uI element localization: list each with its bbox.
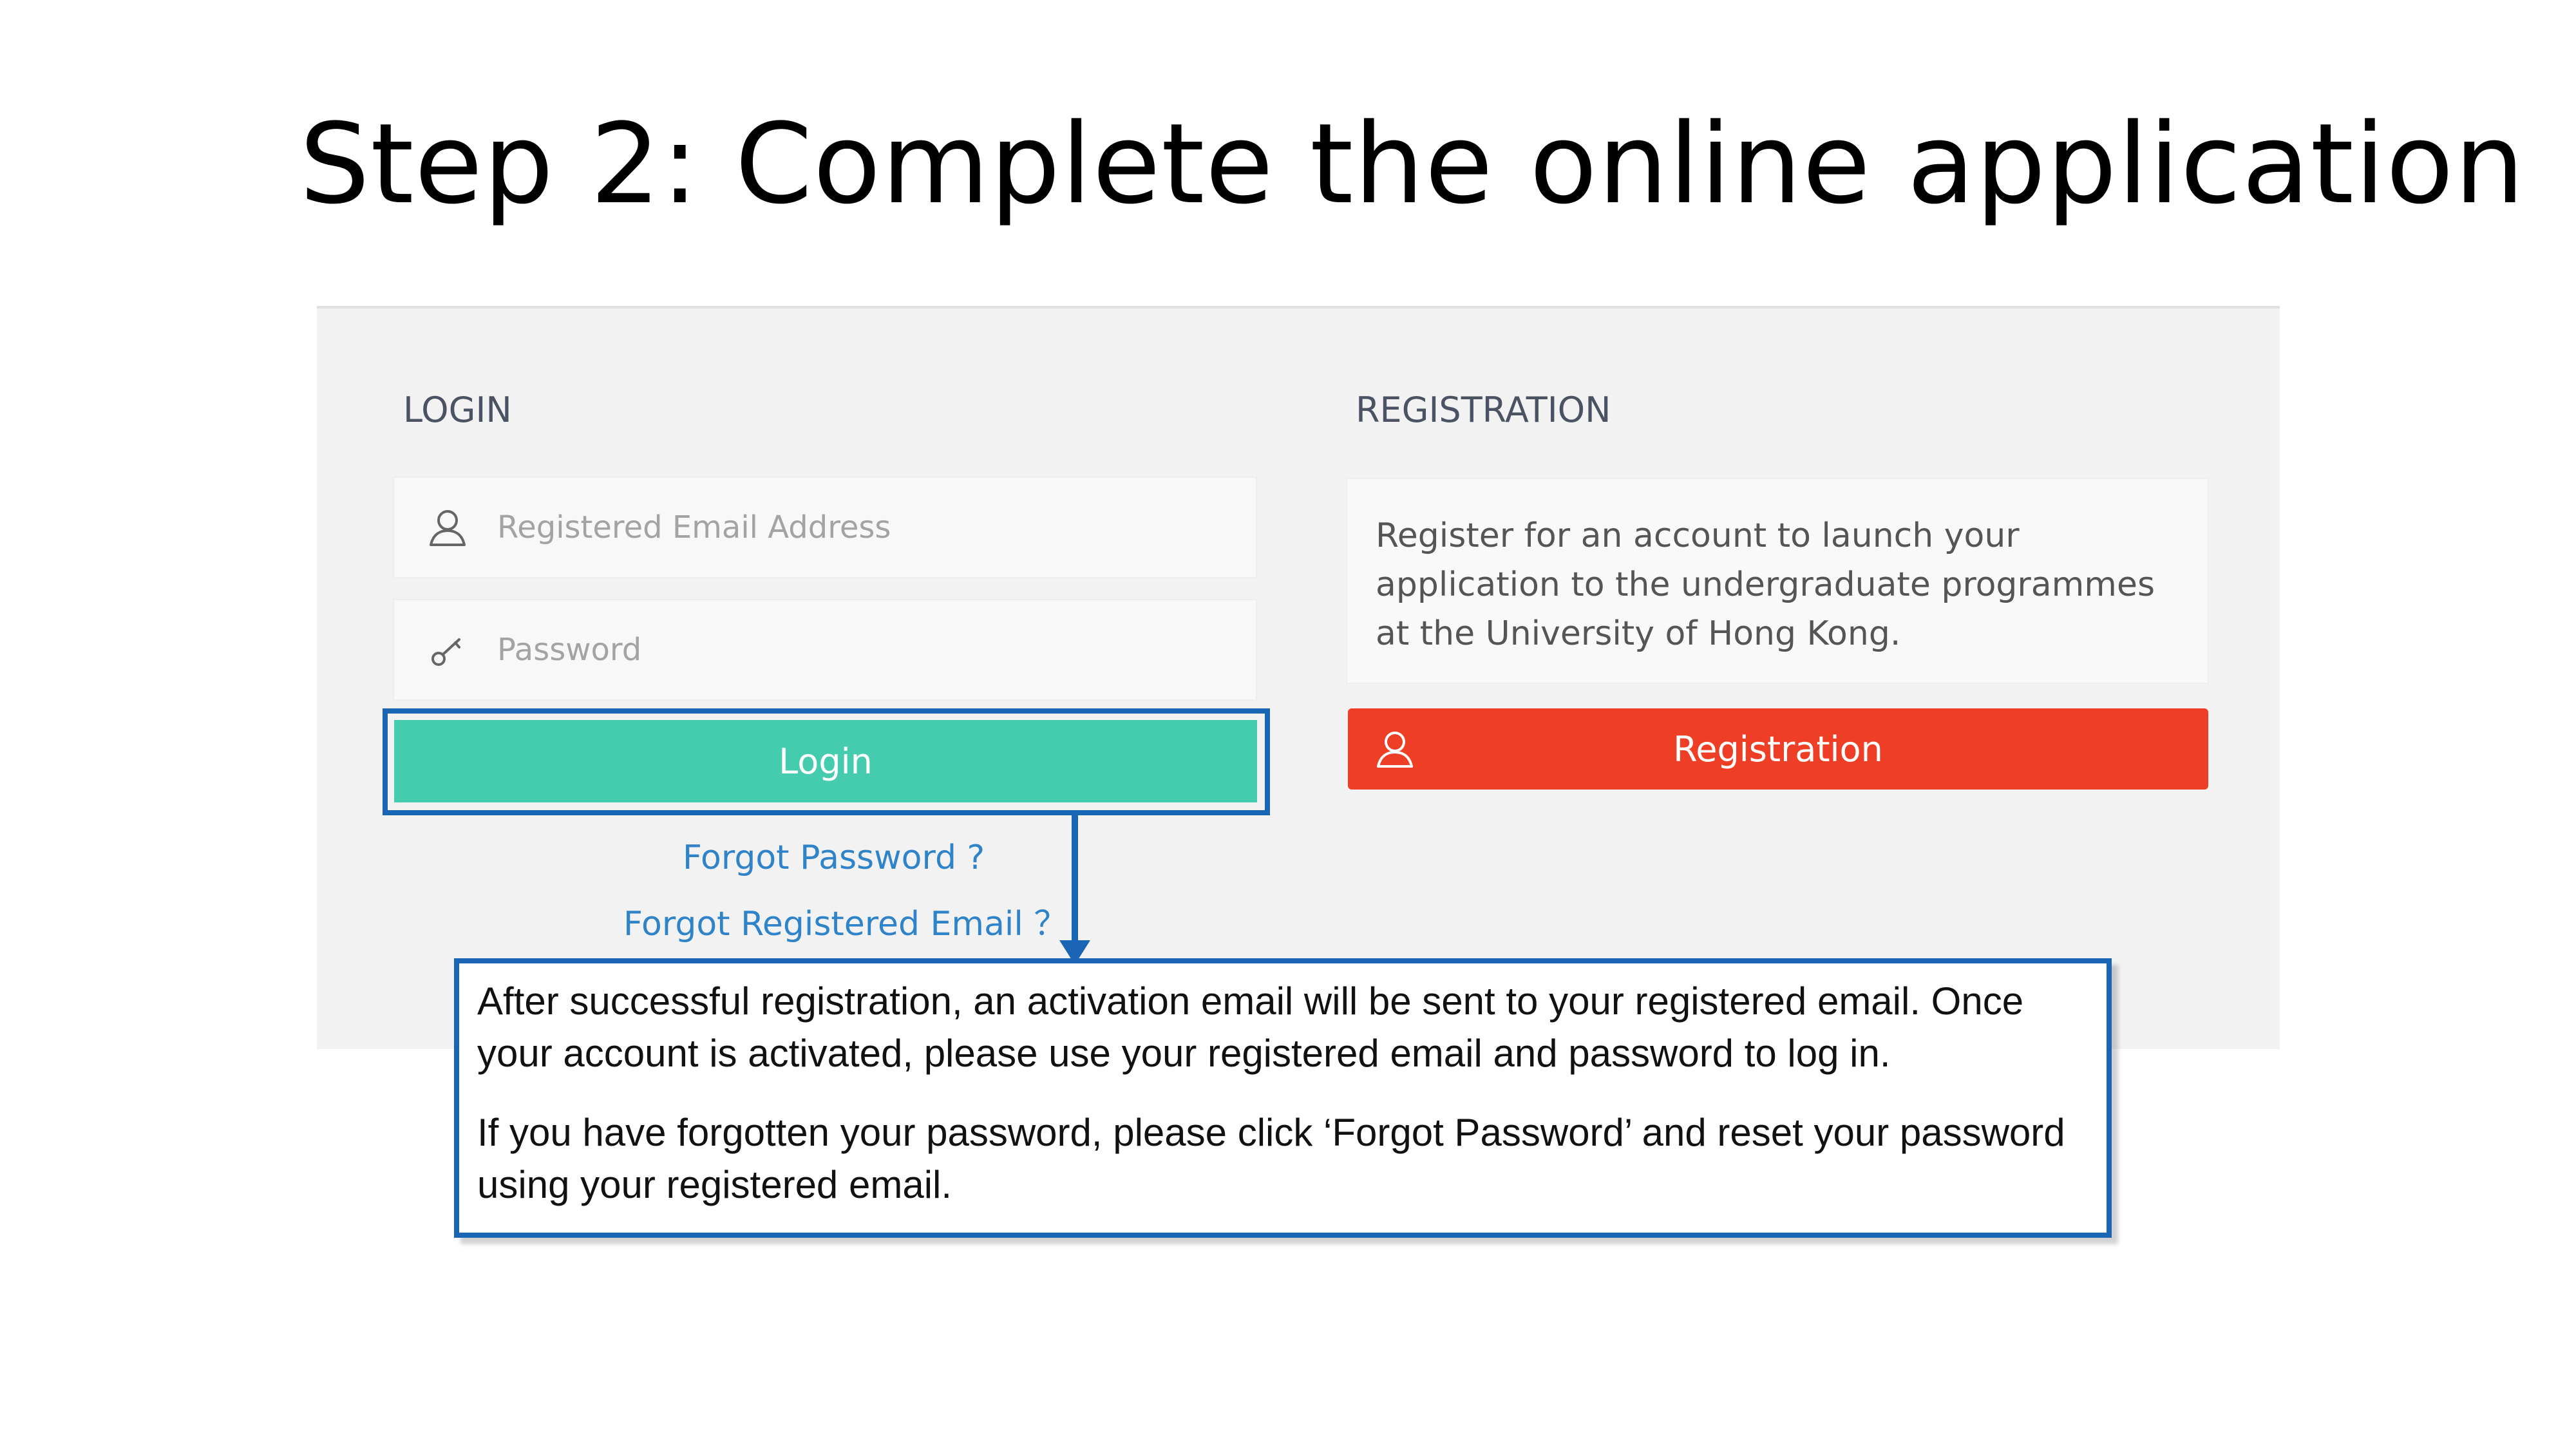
login-heading: LOGIN (403, 390, 512, 430)
forgot-password-link[interactable]: Forgot Password ? (683, 838, 985, 877)
registration-button-label: Registration (1673, 728, 1883, 770)
user-icon (426, 506, 469, 549)
email-input[interactable] (496, 477, 1207, 578)
email-field[interactable] (393, 477, 1257, 578)
callout-connector-line (1072, 815, 1078, 944)
callout-paragraph-forgot-password: If you have forgotten your password, ple… (477, 1111, 2065, 1206)
forgot-email-link[interactable]: Forgot Registered Email ？ (623, 896, 1067, 945)
login-button[interactable]: Login (394, 720, 1257, 802)
password-field[interactable] (393, 599, 1257, 701)
user-icon (1374, 728, 1416, 770)
password-input[interactable] (496, 600, 1207, 700)
registration-description: Register for an account to launch your a… (1346, 478, 2209, 684)
registration-button[interactable]: Registration (1348, 708, 2208, 790)
key-icon (426, 629, 469, 671)
callout-paragraph-activation: After successful registration, an activa… (477, 980, 2024, 1075)
slide-title: Step 2: Complete the online application (299, 99, 2525, 229)
instruction-callout: After successful registration, an activa… (454, 958, 2112, 1238)
registration-heading: REGISTRATION (1356, 390, 1611, 430)
